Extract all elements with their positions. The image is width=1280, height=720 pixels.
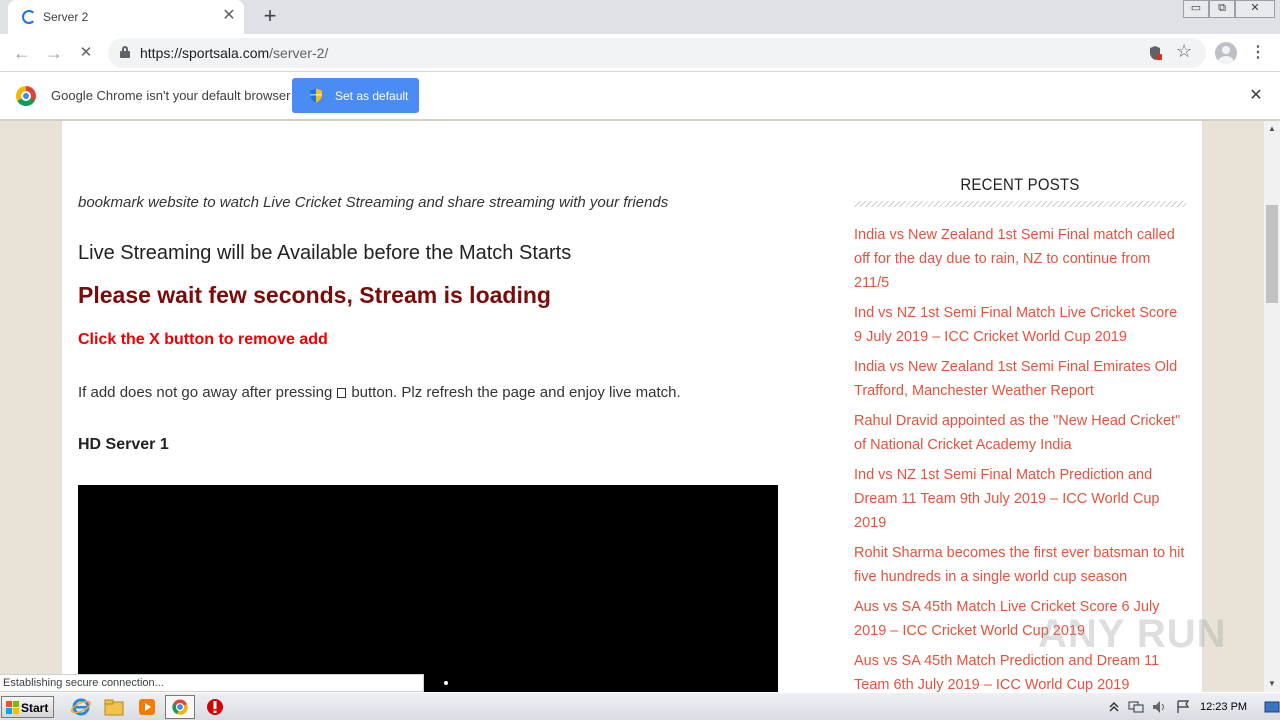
url-host: https://sportsala.com bbox=[140, 45, 270, 61]
page-scrollbar[interactable]: ▲ ▼ bbox=[1264, 121, 1280, 692]
chrome-icon bbox=[172, 699, 188, 715]
windows-taskbar: Start 12:23 PM bbox=[0, 692, 1280, 720]
recent-post-link[interactable]: India vs New Zealand 1st Semi Final matc… bbox=[854, 223, 1186, 295]
loading-spinner-icon bbox=[22, 10, 36, 24]
availability-heading: Live Streaming will be Available before … bbox=[78, 242, 572, 264]
player-loading-dot bbox=[444, 681, 448, 685]
set-as-default-button[interactable]: Set as default bbox=[292, 78, 419, 113]
profile-avatar-icon[interactable] bbox=[1215, 42, 1237, 64]
address-bar[interactable]: https://sportsala.com/server-2/ ☆ bbox=[108, 38, 1206, 68]
start-label: Start bbox=[21, 701, 49, 715]
taskbar-chrome-button[interactable] bbox=[165, 695, 195, 719]
url-text[interactable]: https://sportsala.com/server-2/ bbox=[140, 45, 328, 61]
tab-close-button[interactable]: ✕ bbox=[220, 7, 238, 25]
volume-icon[interactable] bbox=[1152, 700, 1168, 714]
new-tab-button[interactable]: + bbox=[258, 5, 282, 29]
action-center-flag-icon[interactable] bbox=[1176, 700, 1192, 714]
anyrun-watermark: ANY RUN bbox=[1038, 612, 1227, 656]
window-close-button[interactable]: ✕ bbox=[1235, 0, 1275, 18]
recent-post-link[interactable]: Ind vs NZ 1st Semi Final Match Predictio… bbox=[854, 463, 1186, 535]
page-viewport: bookmark website to watch Live Cricket S… bbox=[0, 121, 1264, 692]
infobar-message: Google Chrome isn't your default browser bbox=[51, 88, 291, 103]
set-as-default-label: Set as default bbox=[335, 89, 409, 103]
recent-post-link[interactable]: Ind vs NZ 1st Semi Final Match Live Cric… bbox=[854, 301, 1186, 349]
blocked-content-icon[interactable] bbox=[1148, 45, 1162, 61]
file-explorer-icon[interactable] bbox=[103, 697, 125, 717]
windows-flag-icon bbox=[6, 701, 19, 714]
status-bubble: Establishing secure connection... bbox=[0, 674, 424, 692]
chrome-logo-icon bbox=[16, 86, 36, 106]
show-desktop-icon[interactable] bbox=[1264, 700, 1280, 714]
internet-explorer-icon[interactable] bbox=[70, 697, 92, 717]
remove-ad-instruction: Click the X button to remove add bbox=[78, 331, 328, 348]
refresh-text-after: button. Plz refresh the page and enjoy l… bbox=[351, 384, 681, 401]
back-button[interactable]: ← bbox=[10, 41, 34, 65]
opera-icon[interactable] bbox=[204, 697, 226, 717]
media-player-icon[interactable] bbox=[136, 697, 158, 717]
start-button[interactable]: Start bbox=[1, 696, 54, 718]
scrollbar-thumb[interactable] bbox=[1266, 205, 1278, 303]
server-heading: HD Server 1 bbox=[78, 436, 169, 453]
minimize-button[interactable]: ▭ bbox=[1183, 0, 1209, 18]
show-hidden-icons-icon[interactable] bbox=[1108, 700, 1120, 714]
recent-posts-title: RECENT POSTS bbox=[960, 175, 1080, 194]
stop-loading-button[interactable]: ✕ bbox=[74, 41, 98, 65]
loading-message: Please wait few seconds, Stream is loadi… bbox=[78, 282, 551, 308]
forward-button[interactable]: → bbox=[42, 41, 66, 65]
tab-title: Server 2 bbox=[43, 10, 89, 24]
uac-shield-icon bbox=[310, 88, 322, 103]
recent-post-link[interactable]: Rahul Dravid appointed as the "New Head … bbox=[854, 409, 1186, 457]
lock-icon[interactable] bbox=[120, 46, 130, 58]
taskbar-clock[interactable]: 12:23 PM bbox=[1200, 701, 1247, 713]
scroll-down-arrow-icon[interactable]: ▼ bbox=[1264, 676, 1280, 692]
chrome-menu-button[interactable]: ⋮ bbox=[1250, 42, 1266, 64]
recent-post-link[interactable]: Rohit Sharma becomes the first ever bats… bbox=[854, 541, 1186, 589]
refresh-text-before: If add does not go away after pressing bbox=[78, 384, 333, 401]
intro-text: bookmark website to watch Live Cricket S… bbox=[78, 194, 669, 211]
browser-toolbar: ← → ✕ https://sportsala.com/server-2/ ☆ … bbox=[0, 34, 1280, 72]
system-tray bbox=[1108, 697, 1280, 719]
refresh-instruction: If add does not go away after pressing bu… bbox=[78, 384, 681, 401]
bookmark-star-icon[interactable]: ☆ bbox=[1176, 41, 1192, 62]
infobar-close-button[interactable]: ✕ bbox=[1246, 86, 1266, 106]
tab-server-2[interactable]: Server 2 ✕ bbox=[8, 0, 244, 34]
restore-button[interactable]: ⧉ bbox=[1209, 0, 1235, 18]
network-icon[interactable] bbox=[1128, 700, 1144, 714]
url-path: /server-2/ bbox=[269, 45, 329, 61]
recent-post-link[interactable]: India vs New Zealand 1st Semi Final Emir… bbox=[854, 355, 1186, 403]
tab-strip: Server 2 ✕ + ▭ ⧉ ✕ bbox=[0, 0, 1280, 34]
recent-posts-divider bbox=[854, 201, 1186, 207]
scroll-up-arrow-icon[interactable]: ▲ bbox=[1264, 121, 1280, 137]
close-box-icon bbox=[337, 388, 347, 398]
video-player[interactable] bbox=[78, 485, 778, 692]
default-browser-infobar: Google Chrome isn't your default browser… bbox=[0, 72, 1280, 120]
content-card: bookmark website to watch Live Cricket S… bbox=[62, 121, 1202, 692]
